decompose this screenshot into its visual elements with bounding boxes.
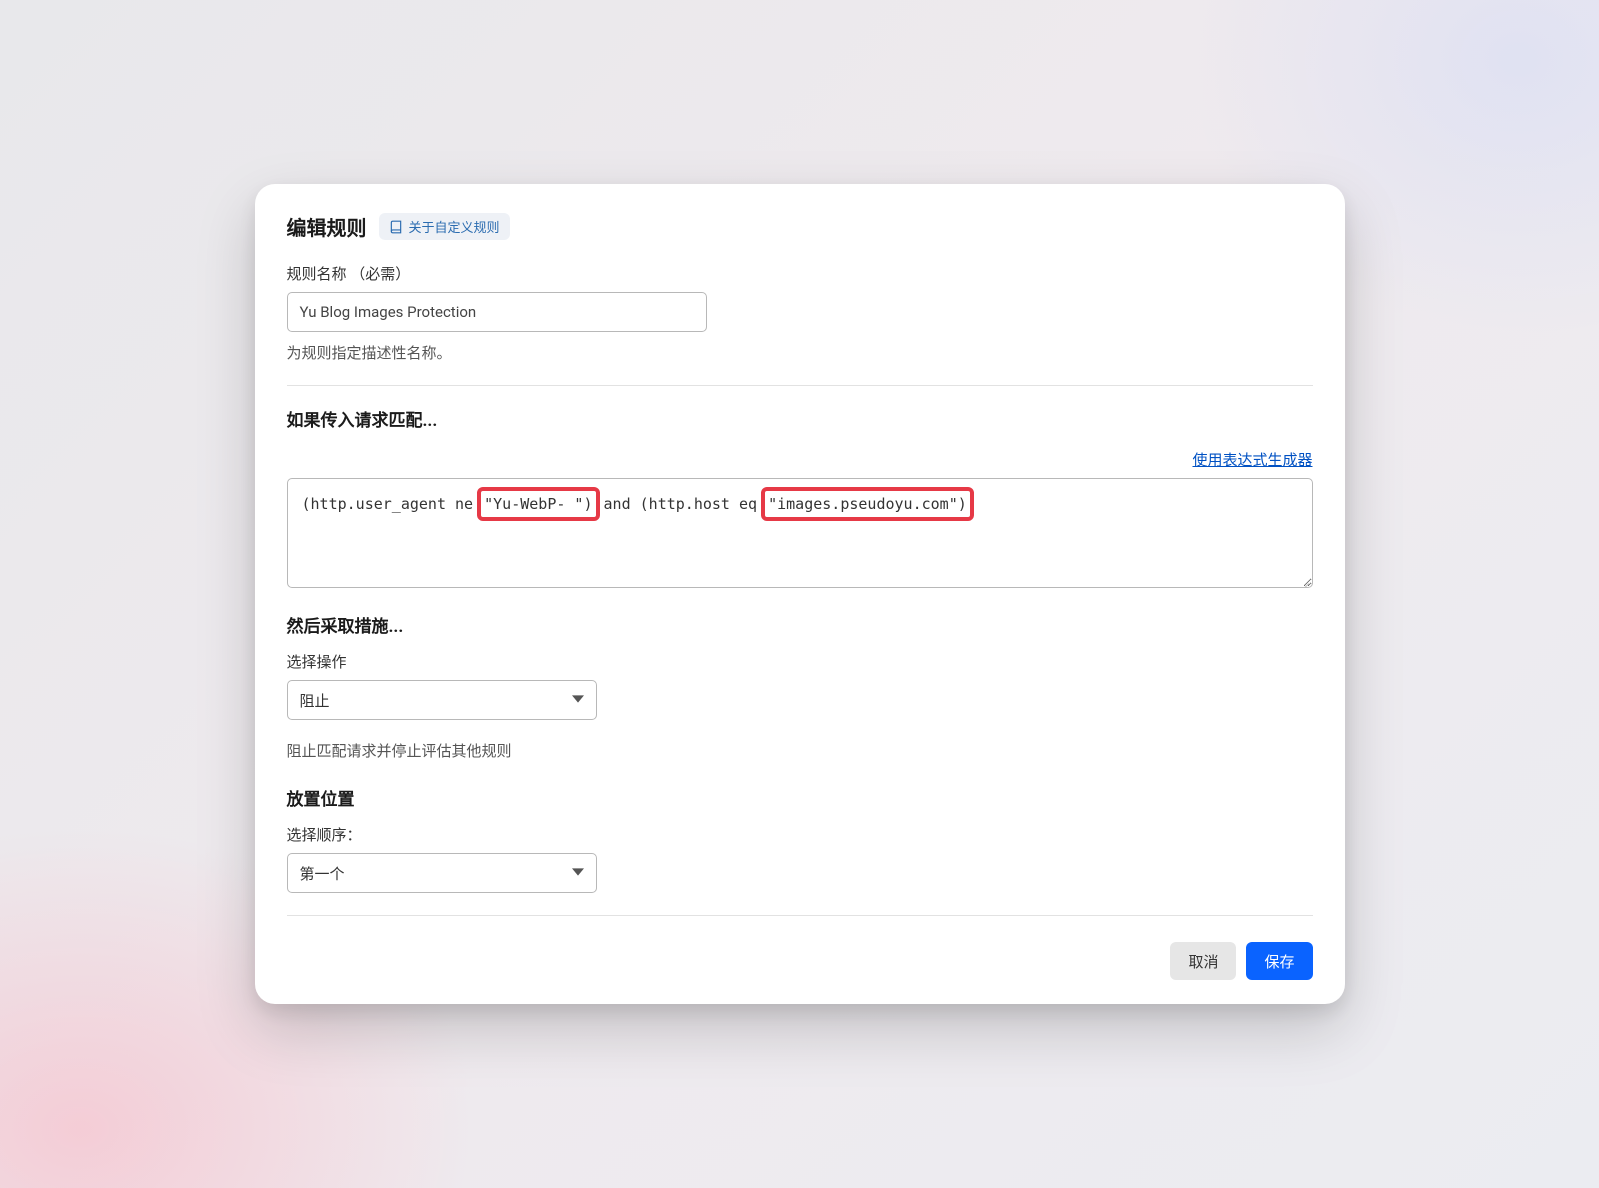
action-select-label: 选择操作: [287, 651, 1313, 672]
rule-name-section: 规则名称 （必需） Yu Blog Images Protection 为规则指…: [287, 263, 1313, 363]
expression-toolbar: 使用表达式生成器: [287, 449, 1313, 470]
expr-highlight-user-agent: "Yu-WebP- "): [482, 491, 594, 517]
placement-selected-value: 第一个: [300, 863, 345, 884]
divider: [287, 915, 1313, 916]
rule-name-helper: 为规则指定描述性名称。: [287, 342, 1313, 363]
match-section: 如果传入请求匹配... 使用表达式生成器 (http.user_agent ne…: [287, 406, 1313, 588]
expr-highlight-host: "images.pseudoyu.com"): [766, 491, 969, 517]
action-selected-value: 阻止: [300, 690, 330, 711]
modal-header: 编辑规则 关于自定义规则: [287, 212, 1313, 241]
rule-name-label: 规则名称 （必需）: [287, 263, 1313, 284]
expression-generator-link[interactable]: 使用表达式生成器: [1192, 449, 1312, 470]
match-heading: 如果传入请求匹配...: [287, 406, 1313, 431]
expression-textarea[interactable]: (http.user_agent ne "Yu-WebP- ") and (ht…: [287, 478, 1313, 588]
save-button[interactable]: 保存: [1246, 942, 1312, 980]
modal-footer: 取消 保存: [287, 936, 1313, 980]
edit-rule-modal: 编辑规则 关于自定义规则 规则名称 （必需） Yu Blog Images Pr…: [255, 184, 1345, 1004]
placement-heading: 放置位置: [287, 785, 1313, 810]
action-helper: 阻止匹配请求并停止评估其他规则: [287, 740, 1313, 761]
placement-section: 放置位置 选择顺序： 第一个: [287, 785, 1313, 893]
divider: [287, 385, 1313, 386]
action-heading: 然后采取措施...: [287, 612, 1313, 637]
expr-part: and (http.host eq: [595, 495, 767, 513]
caret-down-icon: [572, 691, 584, 709]
expression-content: (http.user_agent ne "Yu-WebP- ") and (ht…: [302, 491, 1298, 517]
modal-title: 编辑规则: [287, 212, 367, 241]
cancel-button[interactable]: 取消: [1170, 942, 1236, 980]
badge-label: 关于自定义规则: [409, 217, 500, 236]
rule-name-input[interactable]: Yu Blog Images Protection: [287, 292, 707, 332]
expr-part: (http.user_agent ne: [302, 495, 483, 513]
rule-name-value: Yu Blog Images Protection: [300, 303, 477, 321]
about-custom-rules-badge[interactable]: 关于自定义规则: [379, 213, 510, 240]
caret-down-icon: [572, 864, 584, 882]
action-section: 然后采取措施... 选择操作 阻止 阻止匹配请求并停止评估其他规则: [287, 612, 1313, 761]
resize-handle-icon[interactable]: [1298, 573, 1310, 585]
placement-select-label: 选择顺序：: [287, 824, 1313, 845]
book-icon: [389, 220, 403, 234]
placement-select[interactable]: 第一个: [287, 853, 597, 893]
action-select[interactable]: 阻止: [287, 680, 597, 720]
